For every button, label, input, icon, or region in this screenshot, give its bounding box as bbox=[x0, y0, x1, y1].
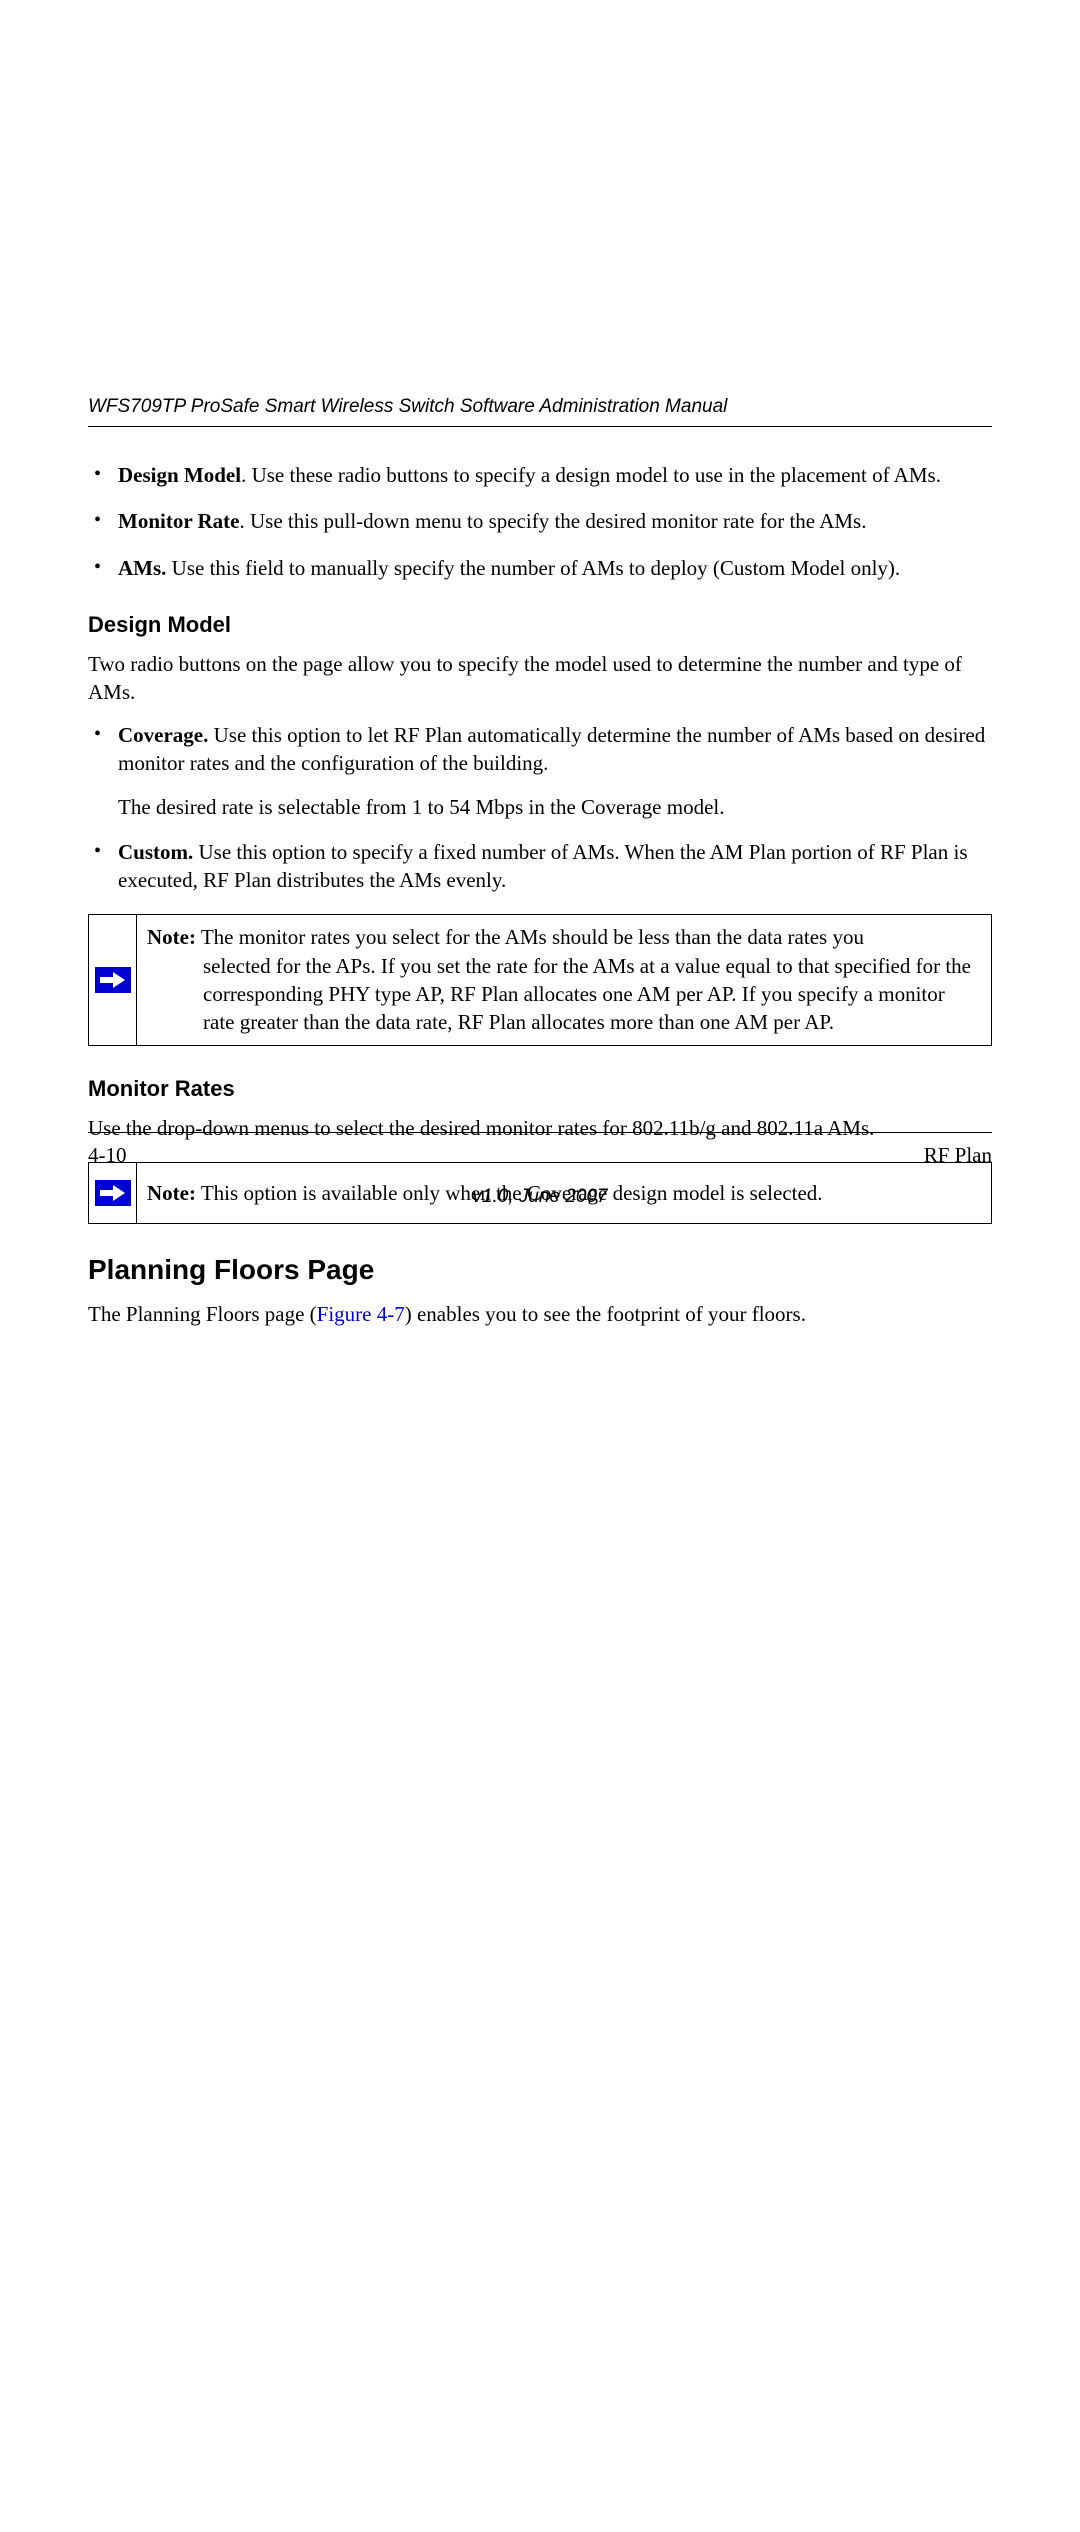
running-header: WFS709TP ProSafe Smart Wireless Switch S… bbox=[88, 396, 992, 427]
sep: . bbox=[241, 463, 252, 487]
list-item: Design Model. Use these radio buttons to… bbox=[88, 461, 992, 489]
list-item: Custom. Use this option to specify a fix… bbox=[88, 838, 992, 895]
note-first-line: The monitor rates you select for the AMs… bbox=[196, 925, 864, 949]
design-model-list: Coverage. Use this option to let RF Plan… bbox=[88, 721, 992, 778]
heading-monitor-rates: Monitor Rates bbox=[88, 1076, 992, 1102]
heading-design-model: Design Model bbox=[88, 612, 992, 638]
term-desc: Use this option to specify a fixed numbe… bbox=[118, 840, 968, 892]
term-desc: Use this option to let RF Plan automatic… bbox=[118, 723, 985, 775]
page-number: 4-10 bbox=[88, 1143, 127, 1168]
term-desc: Use these radio buttons to specify a des… bbox=[252, 463, 941, 487]
term: AMs. bbox=[118, 556, 166, 580]
note-label: Note: bbox=[147, 925, 196, 949]
footer-version: v1.0, June 2007 bbox=[88, 1186, 992, 1208]
design-model-list-2: Custom. Use this option to specify a fix… bbox=[88, 838, 992, 895]
list-item: AMs. Use this field to manually specify … bbox=[88, 554, 992, 582]
note-rest: selected for the APs. If you set the rat… bbox=[147, 952, 979, 1037]
term: Monitor Rate bbox=[118, 509, 240, 533]
list-item: Coverage. Use this option to let RF Plan… bbox=[88, 721, 992, 778]
note-text: Note: The monitor rates you select for t… bbox=[137, 915, 991, 1044]
term: Custom. bbox=[118, 840, 193, 864]
para-post: ) enables you to see the footprint of yo… bbox=[405, 1302, 806, 1326]
footer-row: 4-10 RF Plan bbox=[88, 1143, 992, 1168]
arrow-right-icon bbox=[95, 967, 131, 993]
term: Design Model bbox=[118, 463, 241, 487]
figure-link[interactable]: Figure 4-7 bbox=[317, 1302, 405, 1326]
page-footer: 4-10 RF Plan v1.0, June 2007 bbox=[88, 1132, 992, 1208]
term: Coverage. bbox=[118, 723, 208, 747]
term-desc: Use this field to manually specify the n… bbox=[172, 556, 901, 580]
top-bullet-list: Design Model. Use these radio buttons to… bbox=[88, 461, 992, 582]
sep: . bbox=[240, 509, 251, 533]
note-icon-cell bbox=[89, 915, 137, 1044]
list-item: Monitor Rate. Use this pull-down menu to… bbox=[88, 507, 992, 535]
design-model-intro: Two radio buttons on the page allow you … bbox=[88, 650, 992, 707]
note-box-1: Note: The monitor rates you select for t… bbox=[88, 914, 992, 1045]
planning-floors-para: The Planning Floors page (Figure 4-7) en… bbox=[88, 1300, 992, 1328]
para-pre: The Planning Floors page ( bbox=[88, 1302, 317, 1326]
term-desc: Use this pull-down menu to specify the d… bbox=[250, 509, 866, 533]
footer-section: RF Plan bbox=[924, 1143, 992, 1168]
footer-rule bbox=[88, 1132, 992, 1133]
coverage-extra: The desired rate is selectable from 1 to… bbox=[118, 793, 992, 821]
heading-planning-floors: Planning Floors Page bbox=[88, 1254, 992, 1286]
